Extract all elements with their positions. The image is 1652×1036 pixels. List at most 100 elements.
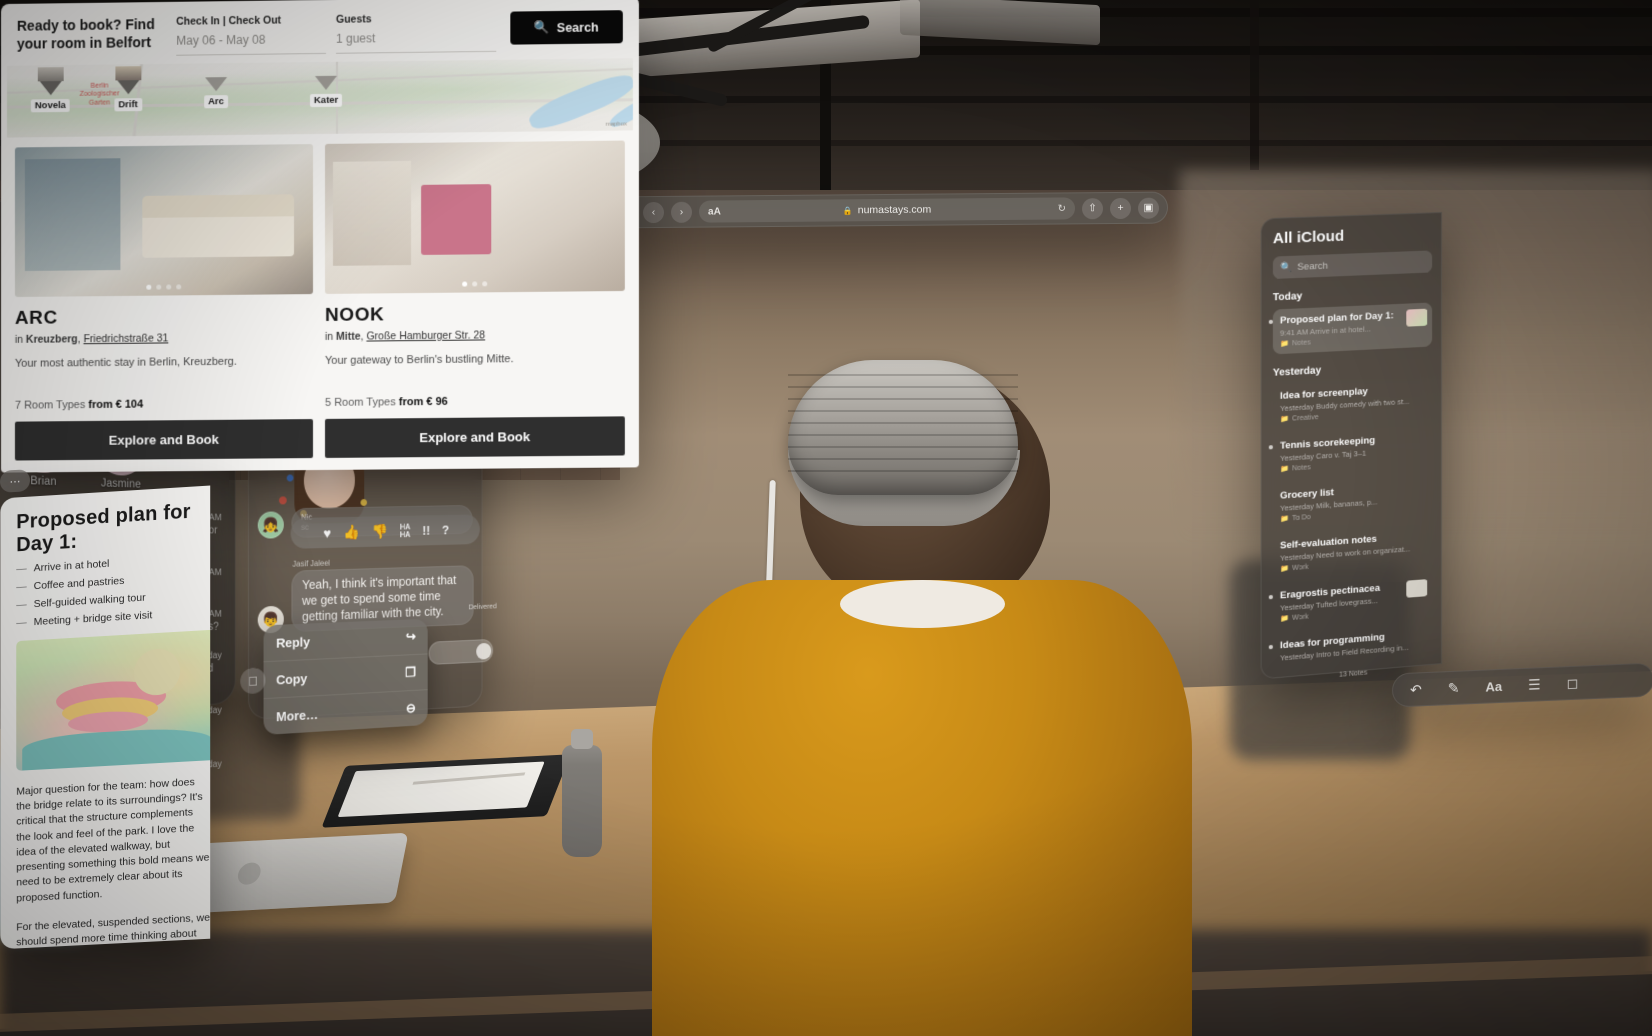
map-pin[interactable]: Arc [204,77,228,109]
haha-icon[interactable]: HA HA [400,523,411,539]
checklist-icon[interactable]: ☰ [1528,676,1541,694]
notes-search-input[interactable]: 🔍 Search [1272,250,1433,279]
note-list-item[interactable]: Eragrostis pectinacea Yesterday Tufted l… [1268,573,1432,630]
district: Kreuzberg [25,333,78,346]
guests-field[interactable]: Guests 1 guest [336,12,497,54]
vision-pro-headset [788,360,1018,495]
folder-icon: 📁 [1280,565,1289,573]
notes-more-icon[interactable]: ⋯ [0,469,30,493]
listing-description: Your gateway to Berlin's bustling Mitte. [324,353,514,367]
district-prefix: in [14,333,24,346]
thumbs-down-icon[interactable]: 👎 [372,523,388,540]
clipboard [321,754,571,828]
map-pin[interactable]: Kater [310,75,343,108]
listing-name: ARC [14,307,58,329]
explore-and-book-button[interactable]: Explore and Book [14,419,314,461]
camera-icon[interactable]: ◻ [1567,674,1579,691]
undo-arrow-icon[interactable]: ↶ [1410,681,1422,698]
listing-location: in Kreuzberg, Friedrichstraße 31 [14,332,169,346]
note-folder: Work [1292,563,1309,572]
markup-pen-icon[interactable]: ✎ [1448,679,1460,696]
folder-icon: 📁 [1280,415,1289,424]
context-menu[interactable]: Reply ↪ Copy ❐ More… ⊖ [263,618,428,736]
checkin-field[interactable]: Check In | Check Out May 06 - May 08 [176,14,326,56]
notes-sidebar[interactable]: All iCloud 🔍 Search Today Proposed plan … [1260,212,1442,680]
note-list-item[interactable]: Self-evaluation notes Yesterday Need to … [1273,524,1432,580]
listing-photo[interactable] [14,144,314,298]
address-bar[interactable]: aA 🔒 numastays.com ↻ [699,197,1075,223]
menu-label: Copy [276,670,308,688]
magnifier-icon: 🔍 [1280,261,1293,274]
map-attribution: mapbox [605,121,627,128]
note-list-item[interactable]: Tennis scorekeeping Yesterday Caro v. Ta… [1268,426,1432,480]
exclamation-icon[interactable]: !! [422,523,430,538]
map-pin-label: Kater [310,93,343,108]
heart-icon[interactable]: ♥ [323,525,331,541]
note-folder: Creative [1292,413,1319,423]
magnifier-icon: 🔍 [534,20,550,35]
dash-icon: — [16,598,27,612]
listing-location: in Mitte, Große Hamburger Str. 28 [324,329,486,343]
unread-dot-icon [1268,319,1273,325]
note-folder: To Do [1292,513,1311,522]
plus-icon[interactable]: + [1110,197,1131,219]
avatar: 👧 [257,511,284,540]
guests-value: 1 guest [336,29,497,54]
listing-photo[interactable] [324,140,625,294]
bullet-text: Self-guided walking tour [33,591,146,611]
person-wearing-headset [640,330,1200,1036]
text-format-icon[interactable]: Aa [1485,678,1502,694]
thumbs-up-icon[interactable]: 👍 [343,524,359,541]
app-store-icon[interactable]:  [240,667,266,695]
copy-icon: ❐ [405,664,416,680]
folder-icon: 📁 [1280,615,1289,623]
tabs-icon[interactable]: ▣ [1138,197,1159,219]
listing-card[interactable]: ARC in Kreuzberg, Friedrichstraße 31 You… [14,144,314,461]
unread-dot-icon [1268,594,1273,600]
note-inline-image[interactable] [16,629,211,771]
dash-icon: — [16,562,27,576]
reply-arrow-icon: ↪ [405,628,416,644]
address[interactable]: Friedrichstraße 31 [83,332,168,345]
dash-icon: — [16,580,27,594]
explore-and-book-button[interactable]: Explore and Book [324,416,625,458]
note-list-item[interactable]: Idea for screenplay Yesterday Buddy come… [1273,377,1432,430]
listing-card[interactable]: NOOK in Mitte, Große Hamburger Str. 28 Y… [324,140,625,458]
note-thumbnail [1406,308,1428,327]
chevron-right-icon[interactable]: › [671,201,692,223]
note-folder: Notes [1292,463,1311,472]
bullet-text: Coffee and pastries [33,574,125,593]
notes-sidebar-title: All iCloud [1272,227,1345,248]
note-list-item[interactable]: Grocery list Yesterday Milk, bananas, p.… [1273,475,1432,530]
map-pin[interactable]: Novela [30,67,70,113]
share-icon[interactable]: ⇧ [1082,197,1103,219]
map-poi-label: Berlin Zoologischer Garten [79,82,120,107]
note-list-item-selected[interactable]: Proposed plan for Day 1: 9:41 AM Arrive … [1268,302,1433,355]
tapback-reaction-bar[interactable]: ♥ 👍 👎 HA HA !! ? [290,514,480,550]
url-text: numastays.com [857,203,932,217]
reload-icon[interactable]: ↻ [1058,203,1066,214]
question-icon[interactable]: ? [442,523,449,538]
district: Mitte [336,330,361,343]
guests-label: Guests [336,13,372,26]
text-size-icon[interactable]: aA [708,206,721,217]
note-folder: Work [1292,613,1309,622]
water-bottle [562,729,602,857]
notes-section-label: Today [1272,290,1303,304]
safari-toolbar[interactable]: ▤ ‹ › aA 🔒 numastays.com ↻ ⇧ + ▣ [606,191,1168,229]
listings-map[interactable]: Novela Drift Arc Kater Berlin Zoologisch… [6,58,633,138]
map-pin-label: Novela [30,98,70,113]
more-circle-icon: ⊖ [405,700,416,716]
search-button[interactable]: 🔍 Search [510,10,623,45]
chevron-left-icon[interactable]: ‹ [643,201,664,223]
note-list-item[interactable]: Ideas for programming Yesterday Intro to… [1268,622,1432,670]
delivery-status: Delivered [468,601,497,612]
menu-label: Reply [276,633,311,651]
torso-sweater [652,580,1192,1036]
folder-icon: 📁 [1280,465,1289,474]
price-value: € 96 [426,395,448,409]
address[interactable]: Große Hamburger Str. 28 [366,329,485,342]
safari-content-window[interactable]: Ready to book? Find your room in Belfort… [1,0,639,473]
note-detail-window[interactable]: Proposed plan for Day 1: — Arrive in at … [0,485,211,950]
bullet-text: Arrive in at hotel [33,557,110,575]
